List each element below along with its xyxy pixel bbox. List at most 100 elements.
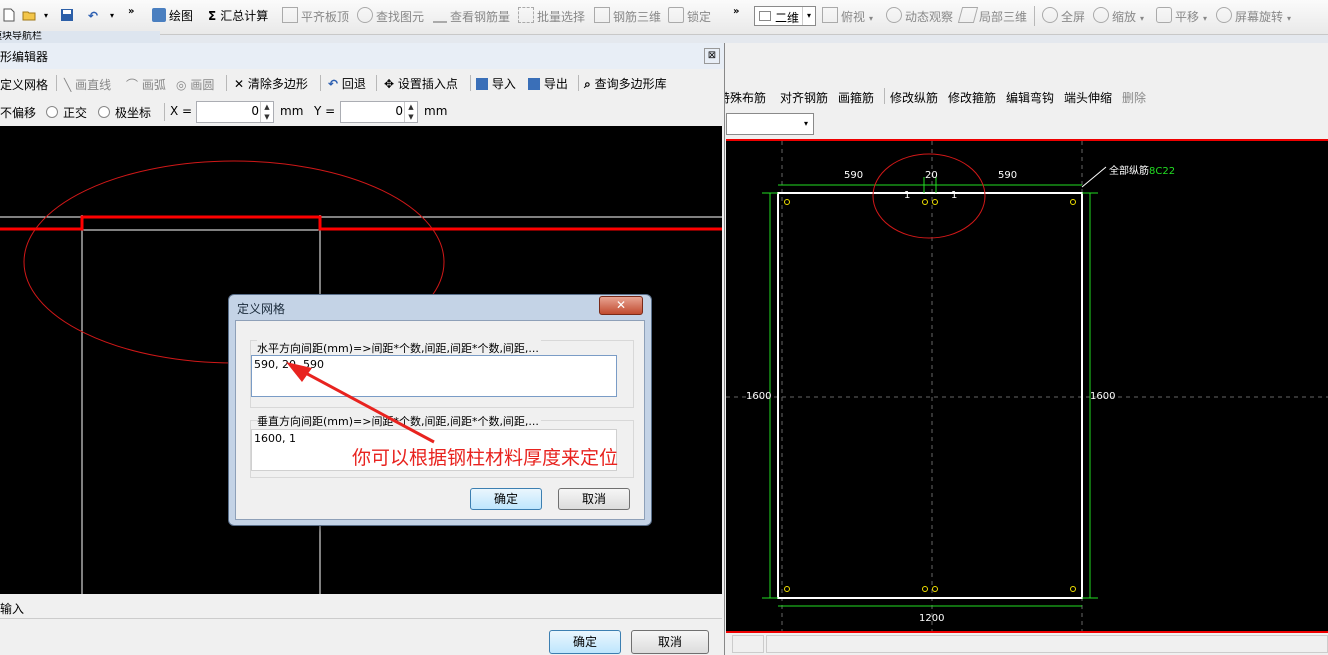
zoom-button[interactable]: 缩放 ▾ [1093,7,1144,25]
dialog-close-button[interactable]: ✕ [599,296,643,315]
x-input[interactable]: 0 ▲ ▼ [196,101,274,123]
special-layout-button[interactable]: 特殊布筋 [718,89,766,106]
no-offset-label: 不偏移 [0,106,37,120]
draw-circle-label: 画圆 [190,78,215,92]
end-extend-button[interactable]: 端头伸缩 [1064,89,1112,106]
import-button[interactable]: 导入 [476,75,516,92]
set-insert-point-button[interactable]: ✥ 设置插入点 [384,75,458,92]
section-canvas[interactable]: 590 20 590 1 1 1600 1600 1200 全部纵筋8C22 [726,139,1328,633]
screen-rotate-button[interactable]: 屏幕旋转 ▾ [1216,7,1291,25]
rebar-point[interactable] [784,586,790,592]
set-insert-point-label: 设置插入点 [397,77,458,91]
export-label: 导出 [543,77,568,91]
zoom-icon [1093,7,1109,23]
all-rebar-label: 全部纵筋 [1109,166,1149,177]
query-library-button[interactable]: ⌕ 查询多边形库 [584,75,667,92]
import-icon [476,78,488,90]
local-3d-button[interactable]: 局部三维 [957,7,1027,25]
dialog-ok-button[interactable]: 确定 [470,488,542,510]
editor-title: 形编辑器 [0,50,49,64]
save-icon[interactable] [60,7,77,25]
view-mode-select[interactable]: 二维 ▾ [754,6,816,26]
toolbar-overflow-icon[interactable]: » [128,3,134,21]
modify-long-rebar-button[interactable]: 修改纵筋 [890,89,938,106]
main-toolbar: ▾ ↶ ▾ » 绘图 Σ 汇总计算 平齐板顶 查找图元 查看钢筋量 批量选择 钢筋… [0,0,1328,35]
draw-circle-button[interactable]: ◎ 画圆 [176,76,214,93]
define-grid-button[interactable]: 定义网格 [0,76,48,93]
draw-button[interactable]: 绘图 [152,7,193,25]
rotate-icon [1216,7,1232,23]
column-outline[interactable] [777,192,1083,599]
align-slab-top-label: 平齐板顶 [301,10,350,24]
h-spacing-input[interactable]: 590, 20, 590 [251,355,617,397]
polygon-outline[interactable] [0,215,722,231]
top-view-button[interactable]: 俯视 ▾ [822,7,873,25]
pan-hand-icon [1156,7,1172,23]
editor-status-bar: 输入 [0,596,722,619]
orthogonal-option[interactable]: 正交 [46,104,87,121]
clear-polygon-button[interactable]: ✕ 清除多边形 [234,75,308,92]
rebar-point[interactable] [1070,586,1076,592]
rebar-toolbar: 特殊布筋 对齐钢筋 画箍筋 修改纵筋 修改箍筋 编辑弯钩 端头伸缩 删除 [718,86,1328,108]
align-slab-top-button[interactable]: 平齐板顶 [282,7,349,25]
delete-button[interactable]: 删除 [1122,89,1146,106]
secondary-toolbar-strip [0,35,1328,43]
open-dropdown-icon[interactable]: ▾ [44,7,48,25]
y-input[interactable]: 0 ▲ ▼ [340,101,418,123]
editor-close-button[interactable]: ⊠ [704,48,720,64]
rebar-3d-button[interactable]: 钢筋三维 [594,7,661,25]
zoom-label: 缩放 [1112,10,1137,24]
y-spinner[interactable]: ▲ ▼ [404,102,417,122]
rebar-points[interactable] [784,199,1076,592]
toolbar-divider [320,75,321,91]
x-spinner[interactable]: ▲ ▼ [260,102,273,122]
draw-arc-button[interactable]: ⌒ 画弧 [126,76,166,93]
undo-icon[interactable]: ↶ [88,7,98,25]
no-offset-option[interactable]: 不偏移 [0,104,36,121]
line-icon: ╲ [64,78,72,92]
rebar-type-select[interactable]: ▾ [726,113,814,135]
rebar-point[interactable] [1070,199,1076,205]
summary-calc-button[interactable]: Σ 汇总计算 [208,7,268,25]
rebar-point[interactable] [784,199,790,205]
dimension-lines [762,177,1098,607]
rebar-point[interactable] [922,199,928,205]
draw-stirrup-button[interactable]: 画箍筋 [838,89,874,106]
toolbar-overflow-icon-2[interactable]: » [733,3,739,21]
draw-line-button[interactable]: ╲ 画直线 [64,76,111,93]
export-button[interactable]: 导出 [528,75,568,92]
rebar-point[interactable] [922,586,928,592]
fullscreen-button[interactable]: 全屏 [1042,7,1085,25]
sigma-icon: Σ [208,9,217,23]
undo-dropdown-icon[interactable]: ▾ [110,7,114,25]
editor-ok-button[interactable]: 确定 [549,630,621,654]
editor-cancel-button[interactable]: 取消 [631,630,709,654]
rebar-point[interactable] [932,199,938,205]
view-rebar-qty-label: 查看钢筋量 [450,10,511,24]
top-view-icon [822,7,838,23]
circle-icon: ◎ [176,78,187,92]
lock-button[interactable]: 锁定 [668,7,711,25]
align-rebar-button[interactable]: 对齐钢筋 [780,89,828,106]
dynamic-observe-button[interactable]: 动态观察 [886,7,953,25]
find-element-button[interactable]: 查找图元 [357,7,424,25]
batch-select-button[interactable]: 批量选择 [518,7,585,25]
draw-arc-label: 画弧 [141,78,166,92]
chevron-down-icon: ▾ [802,7,815,25]
top-view-dropdown-icon: ▾ [869,14,874,23]
dialog-title: 定义网格 [237,302,286,316]
dialog-cancel-button[interactable]: 取消 [558,488,630,510]
view-rebar-qty-button[interactable]: 查看钢筋量 [433,7,510,25]
pan-button[interactable]: 平移 ▾ [1156,7,1207,25]
all-rebar-annotation[interactable]: 全部纵筋8C22 [1109,162,1175,177]
rebar-point[interactable] [932,586,938,592]
editor-undo-button[interactable]: ↶ 回退 [328,75,366,92]
screen-rotate-label: 屏幕旋转 [1235,10,1284,24]
all-rebar-value: 8C22 [1149,166,1176,177]
new-file-icon[interactable] [2,7,19,25]
modify-stirrup-button[interactable]: 修改箍筋 [948,89,996,106]
polar-option[interactable]: 极坐标 [98,104,151,121]
edit-hook-button[interactable]: 编辑弯钩 [1006,89,1054,106]
batch-select-icon [518,7,534,23]
open-folder-icon[interactable] [22,7,39,25]
